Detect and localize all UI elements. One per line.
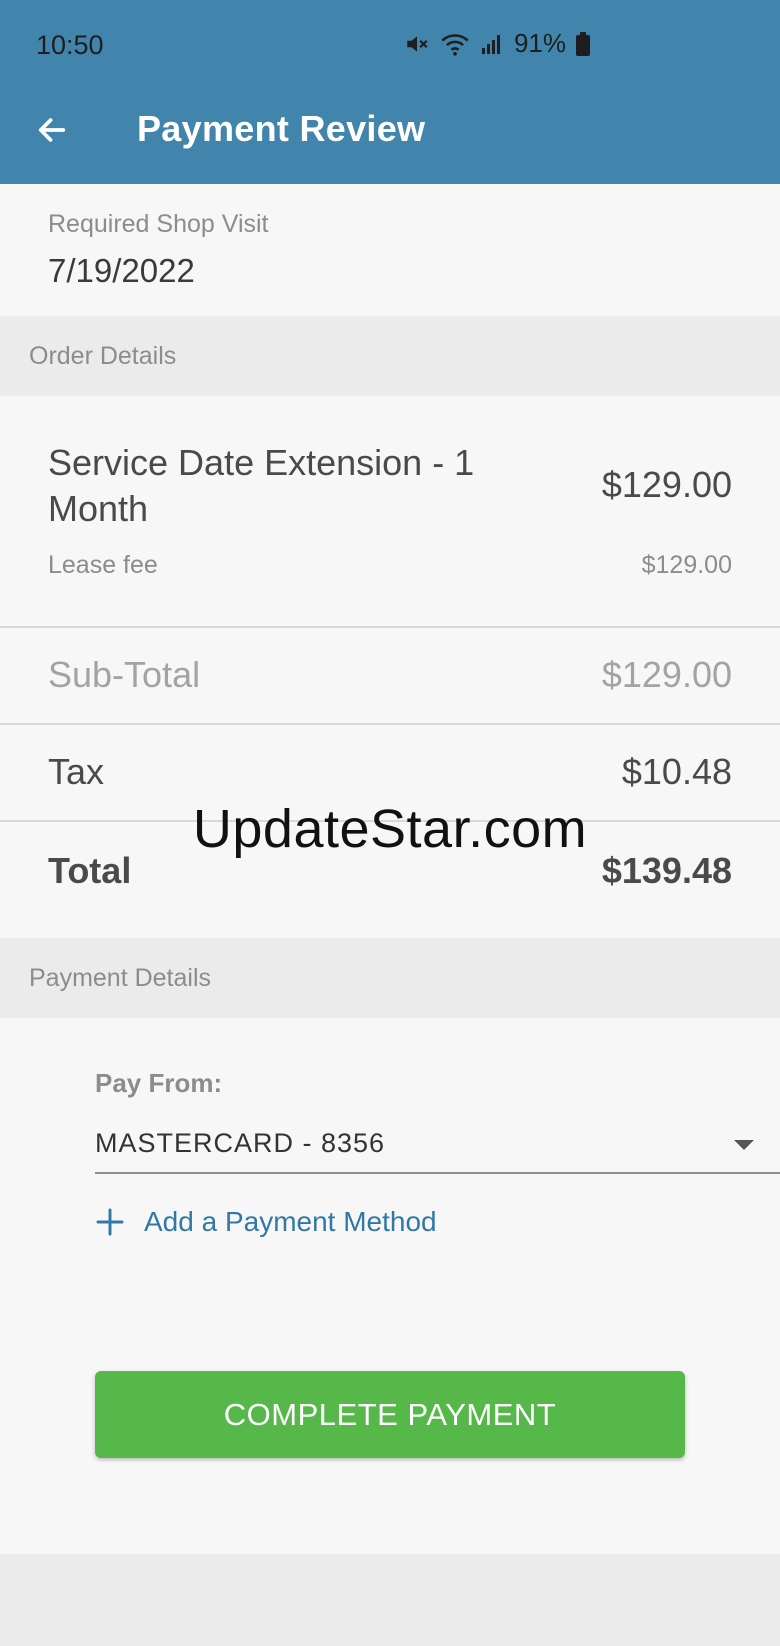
- order-item-price: $129.00: [601, 464, 732, 505]
- plus-icon: [96, 1208, 124, 1236]
- complete-payment-label: COMPLETE PAYMENT: [223, 1396, 557, 1432]
- watermark: UpdateStar.com: [192, 799, 588, 859]
- signal-icon: [481, 34, 500, 54]
- order-details-title: Order Details: [29, 342, 177, 370]
- arrow-left-icon: [38, 118, 66, 142]
- tax-label: Tax: [48, 751, 105, 792]
- divider: [0, 626, 780, 628]
- shop-visit-label: Required Shop Visit: [48, 210, 269, 238]
- page-title: Payment Review: [137, 108, 426, 149]
- status-icons: 91%: [404, 28, 590, 59]
- complete-payment-button[interactable]: COMPLETE PAYMENT: [95, 1371, 685, 1458]
- subtotal-label: Sub-Total: [48, 654, 201, 695]
- shop-visit-date: 7/19/2022: [48, 252, 195, 289]
- subtotal-value: $129.00: [601, 654, 732, 695]
- back-button[interactable]: [28, 106, 76, 154]
- order-details-header: Order Details: [0, 316, 780, 396]
- lease-fee-price: $129.00: [641, 551, 732, 579]
- mute-icon: [407, 35, 428, 52]
- dropdown-caret-icon: [734, 1140, 754, 1150]
- divider: [0, 723, 780, 725]
- status-time: 10:50: [36, 30, 104, 60]
- pay-from-label: Pay From:: [95, 1068, 223, 1098]
- lease-fee-label: Lease fee: [48, 551, 158, 579]
- add-payment-method-link[interactable]: Add a Payment Method: [94, 1202, 437, 1242]
- payment-details-header: Payment Details: [0, 938, 780, 1018]
- app-bar: 10:50 91% Payment Review: [0, 0, 780, 184]
- battery-icon: [576, 31, 590, 56]
- wifi-icon: [441, 33, 469, 56]
- order-item-name-line1: Service Date Extension - 1: [48, 442, 475, 483]
- battery-level: 91%: [513, 28, 566, 58]
- shop-visit-panel: Required Shop Visit 7/19/2022: [0, 184, 780, 316]
- order-item-name-line2: Month: [48, 488, 149, 529]
- payment-details-panel: Pay From:: [0, 1018, 780, 1554]
- payment-method-select[interactable]: MASTERCARD - 8356: [95, 1118, 780, 1174]
- order-item-name: Service Date Extension - 1 Month: [48, 440, 474, 532]
- payment-details-title: Payment Details: [29, 964, 212, 992]
- tax-value: $10.48: [621, 751, 732, 792]
- selected-payment-method: MASTERCARD - 8356: [95, 1128, 386, 1158]
- add-payment-method-label: Add a Payment Method: [144, 1206, 437, 1237]
